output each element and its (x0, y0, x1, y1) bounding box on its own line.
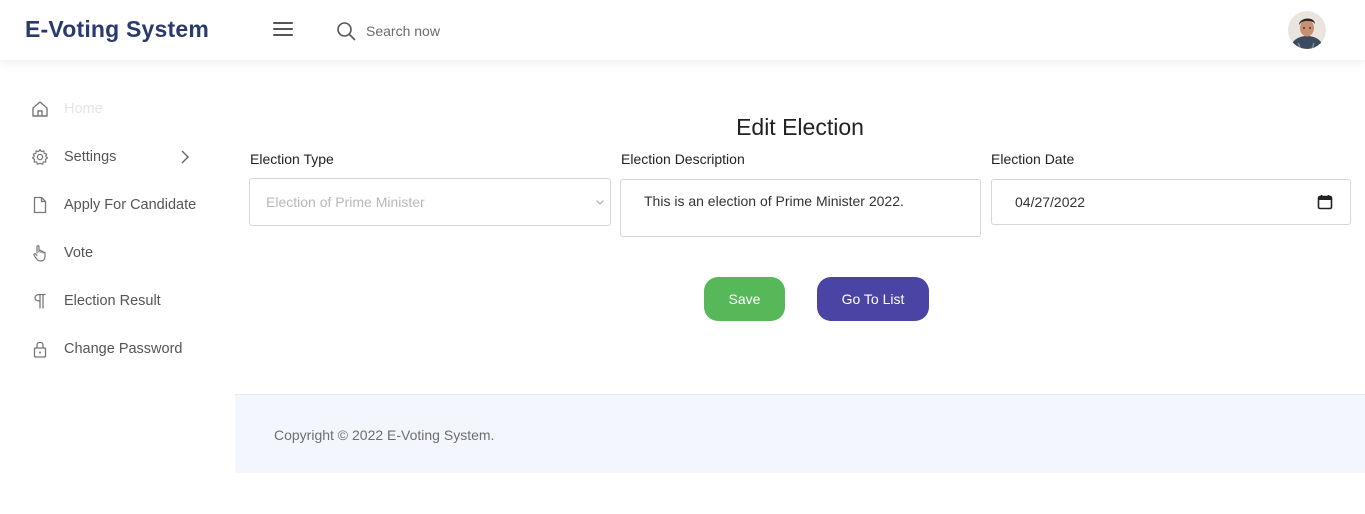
sidebar-item-home[interactable]: Home (30, 97, 103, 121)
copyright-text: Copyright © 2022 E-Voting System. (274, 427, 495, 443)
election-date-label: Election Date (991, 151, 1075, 167)
election-type-value: Election of Prime Minister (266, 194, 425, 210)
page-title: Edit Election (736, 114, 864, 140)
go-to-list-button[interactable]: Go To List (817, 277, 929, 321)
save-button[interactable]: Save (704, 277, 785, 321)
user-avatar[interactable] (1288, 11, 1326, 49)
chevron-down-icon (596, 200, 604, 205)
sidebar-item-vote[interactable]: Vote (30, 241, 93, 265)
file-icon (33, 196, 47, 214)
calendar-icon[interactable] (1317, 194, 1333, 210)
sidebar-item-label: Settings (64, 149, 117, 165)
search-icon[interactable] (336, 21, 356, 41)
election-type-label: Election Type (250, 151, 334, 167)
gear-icon (31, 148, 49, 165)
election-date-input[interactable]: 04/27/2022 (991, 179, 1351, 225)
brand-logo[interactable]: E-Voting System (25, 16, 209, 43)
menu-toggle-icon[interactable] (273, 22, 293, 40)
sidebar-item-election-result[interactable]: Election Result (30, 289, 161, 313)
sidebar-item-settings[interactable]: Settings (30, 145, 189, 169)
footer: Copyright © 2022 E-Voting System. (235, 394, 1365, 473)
election-description-label: Election Description (621, 151, 745, 167)
sidebar-item-label: Change Password (64, 341, 183, 357)
sidebar-item-label: Election Result (64, 293, 161, 309)
sidebar-item-apply-for-candidate[interactable]: Apply For Candidate (30, 193, 196, 217)
hand-pointer-icon (33, 245, 46, 262)
sidebar: Home Settings Apply For Candidate Vote E… (0, 60, 235, 514)
election-description-textarea[interactable]: This is an election of Prime Minister 20… (620, 179, 981, 237)
chevron-right-icon (181, 150, 189, 164)
top-navbar: E-Voting System (0, 0, 1365, 60)
election-date-value: 04/27/2022 (1015, 194, 1086, 210)
sidebar-item-label: Home (64, 101, 103, 117)
sidebar-item-label: Vote (64, 245, 94, 261)
search-input[interactable] (366, 19, 566, 43)
sidebar-item-change-password[interactable]: Change Password (30, 337, 183, 361)
home-icon (32, 101, 48, 117)
election-description-value: This is an election of Prime Minister 20… (644, 193, 904, 209)
paragraph-icon (34, 293, 46, 309)
lock-icon (33, 341, 47, 358)
sidebar-item-label: Apply For Candidate (64, 197, 197, 213)
election-type-select[interactable]: Election of Prime Minister (249, 178, 611, 226)
